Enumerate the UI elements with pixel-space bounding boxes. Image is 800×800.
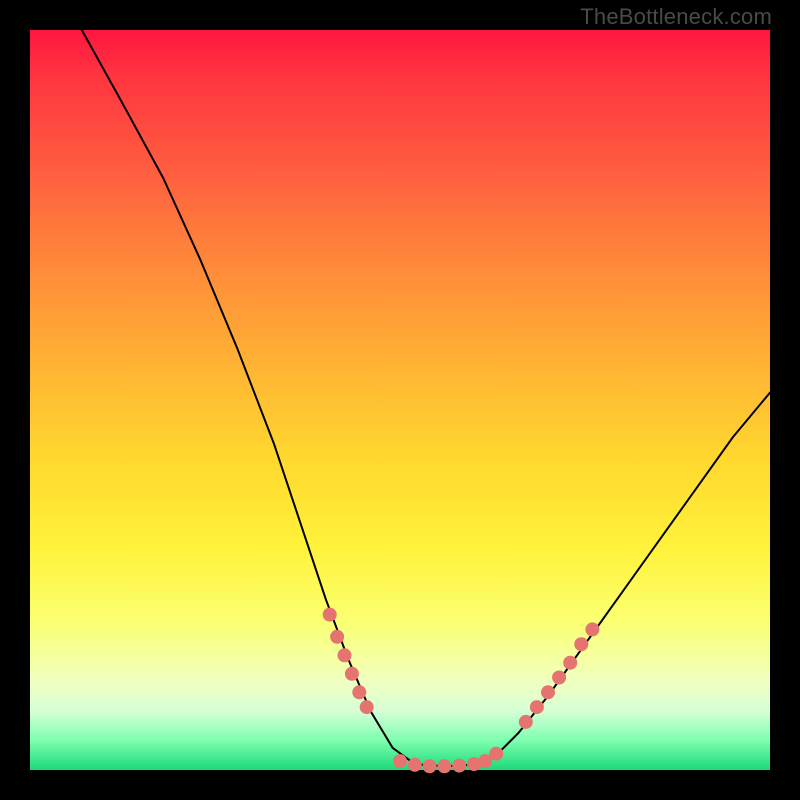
watermark-text: TheBottleneck.com: [580, 4, 772, 30]
data-point: [423, 759, 437, 773]
plot-area: [30, 30, 770, 770]
data-point: [541, 685, 555, 699]
data-point: [323, 608, 337, 622]
data-point: [437, 759, 451, 773]
data-point: [330, 630, 344, 644]
data-point: [452, 759, 466, 773]
bottleneck-curve: [30, 30, 770, 770]
data-point: [360, 700, 374, 714]
data-point: [489, 747, 503, 761]
data-point: [574, 637, 588, 651]
data-point: [338, 648, 352, 662]
data-point: [552, 671, 566, 685]
data-point: [563, 656, 577, 670]
curve-line: [82, 30, 770, 766]
data-point: [530, 700, 544, 714]
data-point: [352, 685, 366, 699]
data-points: [323, 608, 600, 774]
data-point: [408, 758, 422, 772]
data-point: [393, 754, 407, 768]
data-point: [585, 622, 599, 636]
data-point: [519, 715, 533, 729]
chart-frame: TheBottleneck.com: [0, 0, 800, 800]
data-point: [345, 667, 359, 681]
